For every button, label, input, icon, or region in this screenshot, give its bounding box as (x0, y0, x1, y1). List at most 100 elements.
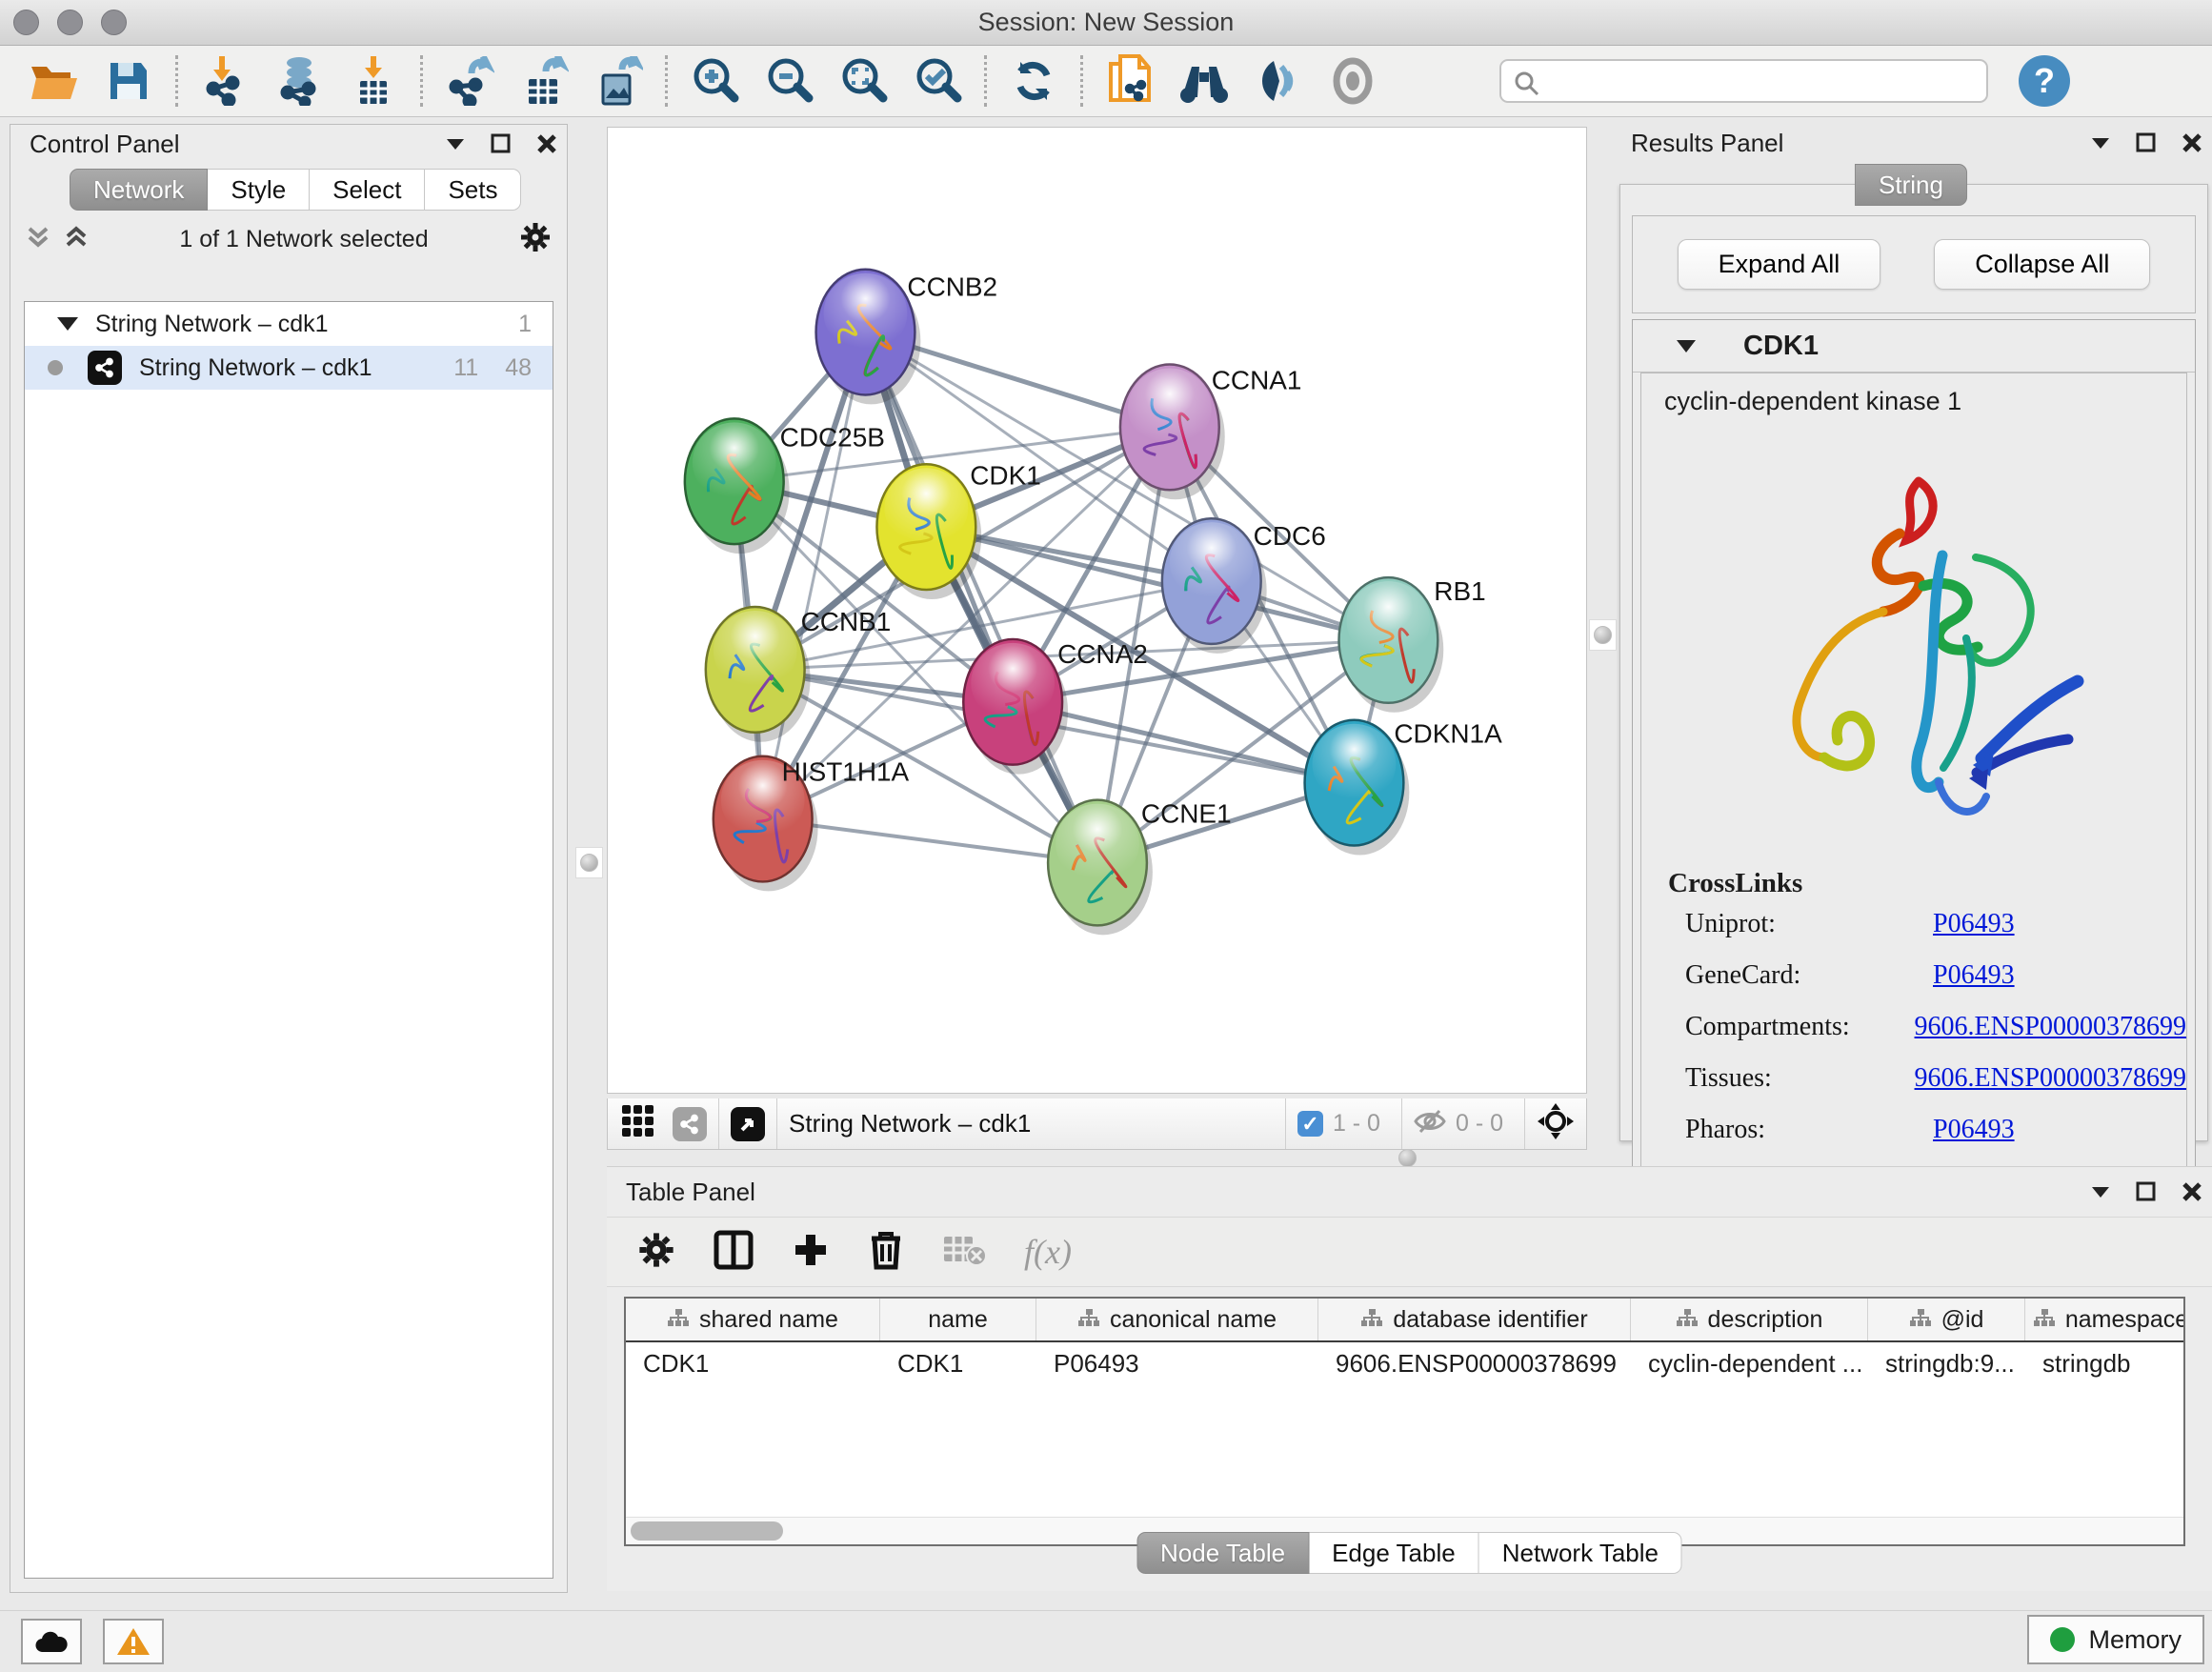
protein-card-header[interactable]: CDK1 (1633, 320, 2195, 373)
panel-menu-icon[interactable] (2088, 1179, 2113, 1204)
import-network-from-file-button[interactable] (188, 51, 262, 111)
panel-float-icon[interactable] (2134, 1179, 2159, 1204)
tab-sets[interactable]: Sets (425, 169, 521, 211)
birds-eye-view-icon[interactable] (731, 1107, 765, 1141)
save-session-button[interactable] (91, 51, 166, 111)
show-grid-icon[interactable] (621, 1104, 655, 1143)
crosslink-link[interactable]: 9606.ENSP00000378699 (1915, 1012, 2186, 1042)
import-table-from-file-button[interactable] (336, 51, 411, 111)
add-column-icon[interactable] (792, 1231, 830, 1274)
panel-menu-icon[interactable] (2088, 131, 2113, 155)
collapse-all-button[interactable]: Collapse All (1934, 239, 2150, 290)
panel-close-icon[interactable] (2180, 131, 2204, 155)
network-share-icon[interactable] (673, 1107, 707, 1141)
cloud-button[interactable] (21, 1619, 82, 1664)
panel-float-icon[interactable] (489, 131, 513, 156)
export-table-button[interactable] (507, 51, 581, 111)
zoom-out-button[interactable] (752, 51, 826, 111)
expand-all-button[interactable]: Expand All (1678, 239, 1881, 290)
warning-button[interactable] (103, 1619, 164, 1664)
collection-label: String Network – cdk1 (95, 311, 329, 338)
network-node-CCNE1[interactable] (1048, 800, 1153, 936)
memory-button[interactable]: Memory (2027, 1615, 2204, 1664)
collection-expand-icon[interactable] (57, 317, 78, 331)
tab-string[interactable]: String (1855, 164, 1967, 206)
table-cell[interactable]: stringdb:9... (1868, 1349, 2025, 1379)
column-header-description[interactable]: description (1631, 1299, 1868, 1340)
protein-name: CDK1 (1743, 331, 1819, 362)
zoom-fit-button[interactable] (826, 51, 900, 111)
column-header-@id[interactable]: @id (1868, 1299, 2025, 1340)
network-node-CCNA2[interactable] (963, 639, 1068, 775)
tab-select[interactable]: Select (310, 169, 425, 211)
help-button[interactable]: ? (2019, 55, 2070, 107)
open-session-button[interactable] (17, 51, 91, 111)
crosslink-link[interactable]: P06493 (1933, 909, 2015, 939)
table-cell[interactable]: stringdb (2025, 1349, 2185, 1379)
show-columns-icon[interactable] (714, 1230, 754, 1275)
copy-network-button[interactable] (1093, 51, 1167, 111)
table-cell[interactable]: CDK1 (880, 1349, 1036, 1379)
network-node-CDK1[interactable] (876, 464, 981, 599)
first-neighbors-button[interactable] (1167, 51, 1241, 111)
refresh-button[interactable] (996, 51, 1071, 111)
scrollbar-thumb[interactable] (631, 1521, 783, 1541)
table-cell[interactable]: cyclin-dependent ... (1631, 1349, 1868, 1379)
crosslink-link[interactable]: P06493 (1933, 1115, 2015, 1145)
network-collection-row[interactable]: String Network – cdk1 1 (25, 302, 553, 346)
bottom-splitter[interactable] (1398, 1149, 1417, 1167)
network-edge[interactable] (763, 332, 866, 819)
tab-network[interactable]: Network (70, 169, 208, 211)
network-canvas[interactable]: CCNB2CCNA1CDC25BCDK1CDC6RB1CCNB1CCNA2CDK… (607, 127, 1587, 1094)
tab-network-table[interactable]: Network Table (1479, 1532, 1682, 1574)
panel-menu-icon[interactable] (443, 131, 468, 156)
collapse-all-networks-icon[interactable] (26, 225, 50, 254)
panel-close-icon[interactable] (534, 131, 559, 156)
table-row[interactable]: CDK1CDK1P064939606.ENSP00000378699cyclin… (626, 1342, 2183, 1384)
show-hide-annotations-button[interactable] (1316, 51, 1390, 111)
selected-count-checkbox[interactable]: ✓ (1297, 1111, 1323, 1137)
expand-all-networks-icon[interactable] (64, 225, 89, 254)
column-header-shared-name[interactable]: shared name (626, 1299, 880, 1340)
network-node-RB1[interactable] (1338, 577, 1443, 713)
zoom-out-icon (763, 55, 814, 107)
zoom-selected-button[interactable] (900, 51, 975, 111)
table-options-gear-icon[interactable] (637, 1231, 675, 1274)
tab-node-table[interactable]: Node Table (1136, 1532, 1309, 1574)
left-splitter[interactable] (575, 847, 603, 878)
crosslink-link[interactable]: 9606.ENSP00000378699 (1915, 1063, 2186, 1094)
collapse-section-icon[interactable] (1675, 337, 1698, 354)
column-header-name[interactable]: name (880, 1299, 1036, 1340)
network-node-CCNA1[interactable] (1120, 365, 1225, 500)
table-cell[interactable]: CDK1 (626, 1349, 880, 1379)
maximize-window-button[interactable] (101, 10, 127, 35)
network-node-CCNB2[interactable] (816, 270, 921, 405)
main-toolbar: ? (0, 46, 2212, 117)
tab-style[interactable]: Style (208, 169, 310, 211)
export-image-button[interactable] (581, 51, 655, 111)
column-header-namespace[interactable]: namespace (2025, 1299, 2185, 1340)
import-network-from-database-button[interactable] (262, 51, 336, 111)
crosslink-link[interactable]: P06493 (1933, 960, 2015, 991)
fit-content-crosshair-icon[interactable] (1537, 1102, 1575, 1145)
graphics-details-button[interactable] (1241, 51, 1316, 111)
node-label: CCNB1 (801, 607, 892, 636)
network-options-gear-icon[interactable] (519, 221, 552, 258)
panel-close-icon[interactable] (2180, 1179, 2204, 1204)
network-node-CCNB1[interactable] (706, 607, 811, 742)
close-window-button[interactable] (13, 10, 39, 35)
panel-float-icon[interactable] (2134, 131, 2159, 155)
export-network-button[interactable] (432, 51, 507, 111)
results-panel-title: Results Panel (1631, 129, 2088, 158)
search-input[interactable] (1499, 59, 1988, 103)
column-header-database-identifier[interactable]: database identifier (1318, 1299, 1631, 1340)
minimize-window-button[interactable] (57, 10, 83, 35)
tab-edge-table[interactable]: Edge Table (1309, 1532, 1479, 1574)
delete-column-icon[interactable] (868, 1230, 904, 1275)
table-cell[interactable]: 9606.ENSP00000378699 (1318, 1349, 1631, 1379)
zoom-in-button[interactable] (677, 51, 752, 111)
table-cell[interactable]: P06493 (1036, 1349, 1318, 1379)
column-header-canonical-name[interactable]: canonical name (1036, 1299, 1318, 1340)
network-row[interactable]: String Network – cdk1 11 48 (25, 346, 553, 390)
network-node-CDC6[interactable] (1162, 518, 1267, 654)
